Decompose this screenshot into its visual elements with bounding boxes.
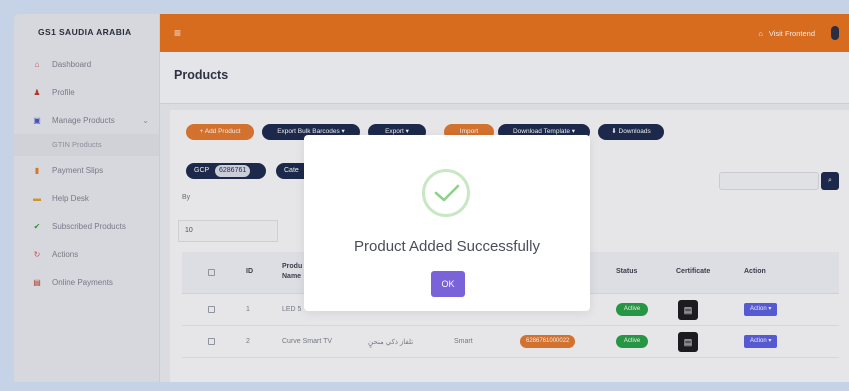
- success-dialog: Product Added Successfully OK: [304, 135, 590, 311]
- ok-button[interactable]: OK: [431, 271, 465, 297]
- dialog-title: Product Added Successfully: [354, 238, 540, 255]
- success-check-icon: [422, 169, 470, 217]
